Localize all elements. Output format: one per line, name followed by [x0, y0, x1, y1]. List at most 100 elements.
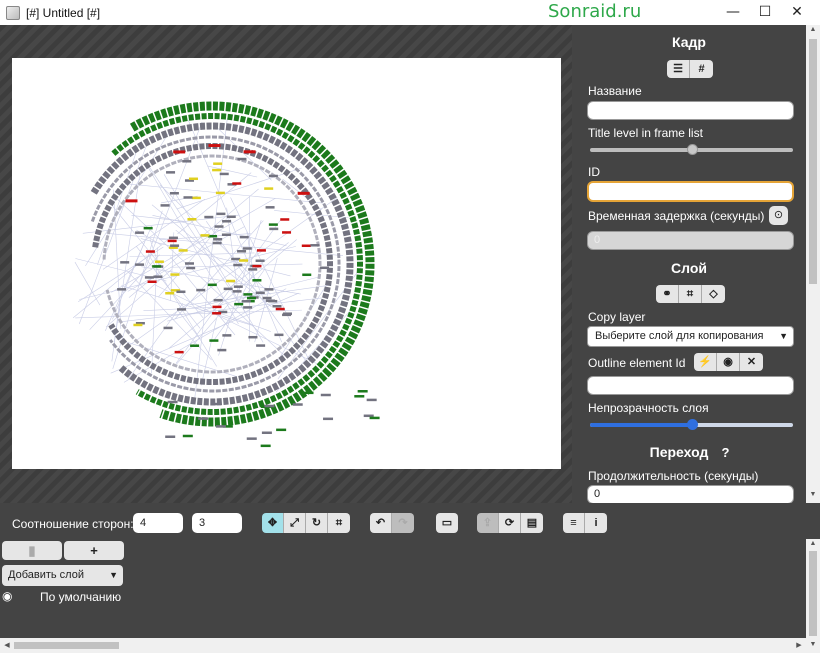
layer-item[interactable]: ◉ По умолчанию [0, 589, 300, 605]
graph-node [282, 313, 292, 317]
graph-node [196, 288, 206, 292]
layers-scrollbar[interactable]: ▲ ▼ [806, 539, 820, 653]
upload-icon[interactable]: ⇪ [477, 513, 499, 533]
layers-panel: ▮ + Добавить слой ▼ ◉ По умолчанию [0, 539, 806, 638]
slider-knob[interactable] [686, 419, 698, 430]
graph-node [366, 398, 377, 402]
outline-buttons: ⚡ ◉ ✕ [694, 353, 763, 371]
slider-knob[interactable] [686, 144, 698, 155]
chevron-down-icon: ▼ [109, 570, 118, 580]
sliders-icon[interactable]: ≡ [563, 513, 585, 533]
copy-layer-select[interactable]: Выберите слой для копирования ▼ [587, 326, 794, 347]
hash-icon[interactable]: # [690, 60, 713, 78]
title-level-label: Title level in frame list [588, 126, 703, 140]
add-layer-select[interactable]: Добавить слой ▼ [2, 565, 123, 586]
editor-canvas[interactable] [0, 25, 572, 503]
list-icon[interactable]: ☰ [667, 60, 690, 78]
present-tools: ▭ [436, 513, 458, 533]
graph-node [239, 235, 249, 239]
aspect-height-input[interactable]: 3 [192, 513, 242, 533]
graph-node [143, 226, 153, 230]
graph-node [145, 250, 155, 253]
name-field[interactable] [587, 101, 794, 120]
id-field[interactable] [587, 181, 794, 202]
graph-node [209, 339, 219, 342]
scroll-thumb[interactable] [14, 642, 119, 649]
eraser-icon[interactable]: ◇ [702, 285, 725, 303]
eye-icon[interactable]: ◉ [717, 353, 740, 371]
layer-name: По умолчанию [40, 590, 122, 604]
graph-node [262, 296, 272, 300]
crop-icon[interactable]: ⌗ [328, 513, 350, 533]
graph-node [237, 250, 247, 253]
scroll-down-icon[interactable]: ▼ [806, 491, 820, 498]
graph-node [120, 261, 130, 264]
presentation-icon[interactable]: ▭ [436, 513, 458, 533]
scroll-left-icon[interactable]: ◀ [0, 641, 14, 649]
graph-node [163, 326, 173, 330]
graph-node [147, 280, 157, 283]
refresh-icon[interactable]: ⟳ [499, 513, 521, 533]
scroll-up-icon[interactable]: ▲ [806, 540, 820, 547]
graph-node [226, 279, 236, 283]
document-icon[interactable]: ▤ [521, 513, 543, 533]
scroll-right-icon[interactable]: ▶ [792, 641, 806, 649]
window-title: [#] Untitled [#] [26, 5, 101, 20]
scroll-thumb[interactable] [809, 551, 817, 636]
graph-node [264, 187, 274, 190]
delay-field[interactable]: 0 [587, 231, 794, 250]
close-button[interactable]: ✕ [782, 0, 812, 25]
graph-node [167, 400, 178, 404]
graph-node [212, 305, 222, 309]
graph-node [153, 275, 163, 278]
minimize-button[interactable]: — [718, 0, 748, 25]
add-layer-button[interactable]: + [64, 541, 124, 560]
expand-icon[interactable]: ✕ [740, 353, 763, 371]
title-level-slider[interactable] [590, 144, 793, 155]
outline-field[interactable] [587, 376, 794, 395]
slide-frame[interactable] [12, 58, 561, 469]
maximize-button[interactable]: ☐ [750, 0, 780, 25]
scroll-up-icon[interactable]: ▲ [806, 26, 820, 33]
graph-node [166, 171, 176, 174]
link-icon[interactable]: ⚭ [656, 285, 679, 303]
help-icon[interactable]: ? [716, 443, 735, 462]
graph-node [215, 191, 225, 195]
graph-node [183, 196, 193, 199]
circular-graph-image[interactable] [12, 58, 561, 469]
graph-node [170, 273, 180, 276]
undo-icon[interactable]: ↶ [370, 513, 392, 533]
wand-icon[interactable]: ⚡ [694, 353, 717, 371]
graph-node [320, 393, 331, 397]
scroll-down-icon[interactable]: ▼ [806, 641, 820, 648]
layers-hscrollbar[interactable]: ◀ ▶ [0, 638, 806, 653]
clock-icon[interactable]: ⊙ [769, 206, 788, 225]
graph-node [272, 304, 282, 308]
graph-node [268, 223, 278, 226]
redo-icon[interactable]: ↷ [392, 513, 414, 533]
eye-icon[interactable]: ◉ [2, 589, 12, 603]
title-bar: [#] Untitled [#] Sonraid.ru — ☐ ✕ [0, 0, 820, 25]
info-icon[interactable]: i [585, 513, 607, 533]
graph-node [242, 247, 252, 250]
frame-view-buttons: ☰ # [667, 60, 713, 78]
scale-icon[interactable]: ⤢ [284, 513, 306, 533]
duration-field[interactable]: 0 [587, 485, 794, 503]
graph-node [125, 199, 138, 203]
move-icon[interactable]: ✥ [262, 513, 284, 533]
rotate-icon[interactable]: ↻ [306, 513, 328, 533]
scroll-thumb[interactable] [809, 39, 817, 284]
graph-node [246, 296, 256, 300]
graph-node [188, 177, 198, 181]
graph-node [176, 290, 186, 294]
delete-layer-button[interactable]: ▮ [2, 541, 62, 560]
graph-node [208, 144, 221, 148]
graph-node [256, 249, 266, 252]
opacity-slider[interactable] [590, 419, 793, 430]
graph-node [232, 182, 242, 185]
crop-icon[interactable]: ⌗ [679, 285, 702, 303]
graph-node [246, 437, 257, 440]
aspect-width-input[interactable]: 4 [133, 513, 183, 533]
delay-label: Временная задержка (секунды) [588, 209, 765, 223]
panel-scrollbar[interactable]: ▲ ▼ [806, 25, 820, 503]
